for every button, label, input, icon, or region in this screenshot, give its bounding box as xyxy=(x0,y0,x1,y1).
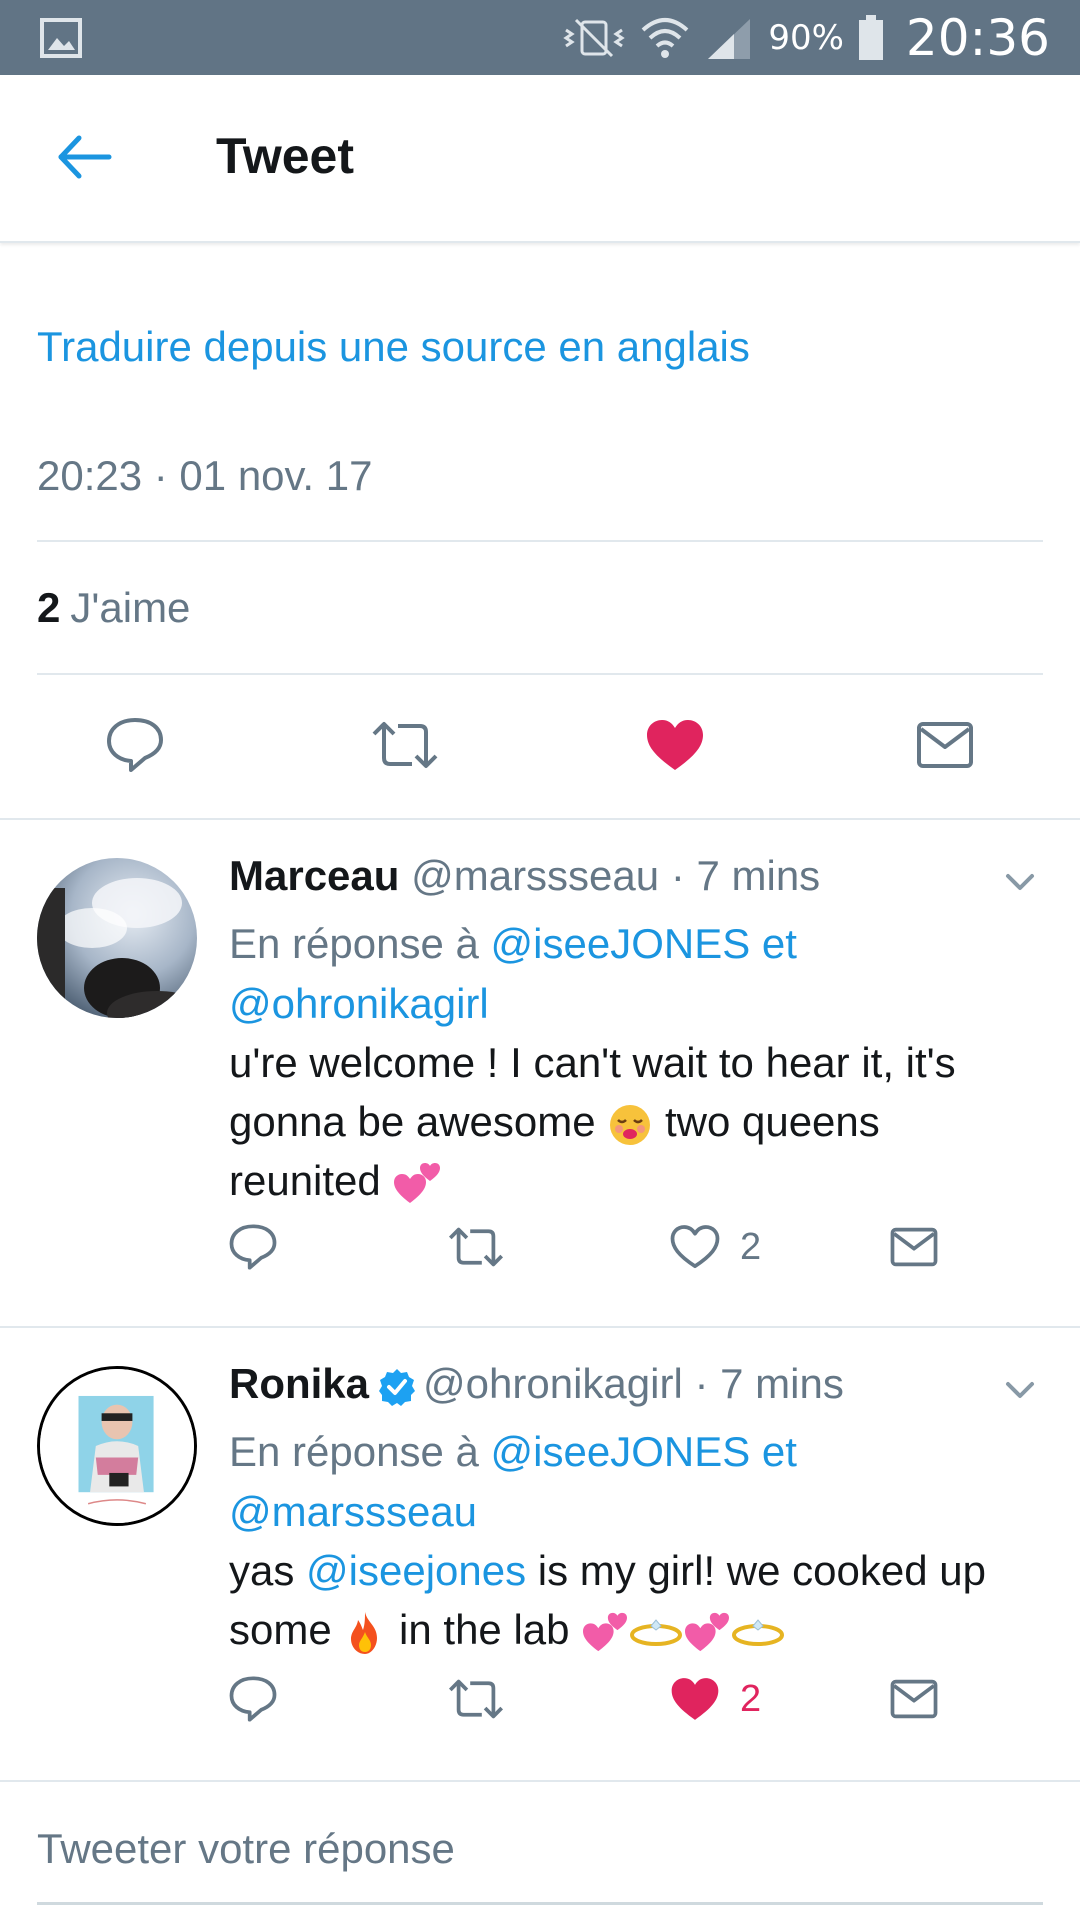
reply-body: yas @iseejones is my girl! we cooked up … xyxy=(229,1541,1049,1659)
username[interactable]: @ohronikagirl xyxy=(423,1360,683,1407)
avatar[interactable] xyxy=(37,858,197,1018)
display-name[interactable]: Ronika xyxy=(229,1360,369,1407)
message-icon xyxy=(890,1227,938,1267)
reply-button[interactable] xyxy=(228,1217,278,1277)
retweet-icon xyxy=(372,722,438,768)
reply-button[interactable] xyxy=(228,1669,278,1729)
reply-time: · 7 mins xyxy=(694,1360,844,1407)
display-name[interactable]: Marceau xyxy=(229,852,399,899)
mention-link[interactable]: @ohronikagirl xyxy=(229,980,489,1027)
reply-actions: 2 xyxy=(0,1217,1080,1277)
two-hearts-emoji-icon xyxy=(685,1612,730,1652)
back-arrow-icon[interactable] xyxy=(55,132,115,182)
message-button[interactable] xyxy=(890,1669,938,1729)
reply-text: some xyxy=(229,1606,332,1653)
page-title: Tweet xyxy=(216,128,354,184)
heart-filled-icon xyxy=(671,1678,719,1720)
reply-prefix: En réponse à xyxy=(229,1428,479,1475)
avatar[interactable] xyxy=(37,1366,197,1526)
tweet-actions xyxy=(0,700,1080,790)
mention-conjunction[interactable]: et xyxy=(762,1428,797,1475)
reply-button[interactable] xyxy=(100,710,170,780)
like-count: 2 xyxy=(740,1677,762,1720)
message-button[interactable] xyxy=(890,1217,938,1277)
signal-icon xyxy=(708,18,751,59)
reply-text: is my girl! we cooked up xyxy=(537,1547,986,1594)
reply-text: in the lab xyxy=(399,1606,570,1653)
message-icon xyxy=(890,1679,938,1719)
ring-emoji-icon xyxy=(630,1619,683,1646)
reply-text: u're welcome ! I can't wait to hear it, … xyxy=(229,1039,956,1086)
retweet-button[interactable] xyxy=(447,1669,505,1729)
mention-link[interactable]: @iseejones xyxy=(306,1547,526,1594)
wifi-icon xyxy=(641,17,689,58)
two-hearts-emoji-icon xyxy=(583,1612,628,1652)
mention-link[interactable]: @marssseau xyxy=(229,1488,477,1535)
battery-percent: 90% xyxy=(768,17,844,58)
heart-outline-icon xyxy=(670,1225,720,1269)
clock: 20:36 xyxy=(905,8,1050,67)
reply-context: En réponse à @iseeJONES et @ohronikagirl xyxy=(229,914,1049,1034)
reply-actions: 2 xyxy=(0,1669,1080,1729)
chevron-down-icon[interactable] xyxy=(1000,1370,1040,1410)
reply-prefix: En réponse à xyxy=(229,920,479,967)
verified-badge-icon xyxy=(379,1368,416,1406)
gallery-icon xyxy=(40,18,82,58)
reply-context: En réponse à @iseeJONES et @marssseau xyxy=(229,1422,1049,1542)
ring-emoji-icon xyxy=(732,1619,785,1646)
reply-text: gonna be awesome xyxy=(229,1098,596,1145)
like-button[interactable] xyxy=(640,710,710,780)
two-hearts-emoji-icon xyxy=(394,1162,441,1203)
battery-icon xyxy=(858,14,883,60)
reply-text: two queens xyxy=(664,1098,880,1145)
divider xyxy=(37,540,1043,542)
reply-time: · 7 mins xyxy=(670,852,821,899)
avatar-image xyxy=(40,1369,194,1523)
reply-tweet[interactable]: Marceau @marssseau · 7 mins En réponse à… xyxy=(0,820,1080,1326)
divider xyxy=(0,1780,1080,1782)
reply-tweet[interactable]: Ronika @ohronikagirl · 7 mins En réponse… xyxy=(0,1328,1080,1780)
likes-label: J'aime xyxy=(70,584,191,631)
chevron-down-icon[interactable] xyxy=(1000,862,1040,902)
message-button[interactable] xyxy=(910,710,980,780)
message-icon xyxy=(917,722,973,768)
reply-text: reunited xyxy=(229,1157,381,1204)
vibrate-mute-icon xyxy=(563,18,626,57)
retweet-icon xyxy=(448,1227,504,1267)
retweet-icon xyxy=(448,1679,504,1719)
translate-link[interactable]: Traduire depuis une source en anglais xyxy=(37,323,750,371)
like-count: 2 xyxy=(740,1225,762,1268)
app-header: Tweet xyxy=(0,75,1080,243)
reply-text: yas xyxy=(229,1547,295,1594)
like-button[interactable]: 2 xyxy=(670,1217,761,1277)
retweet-button[interactable] xyxy=(370,710,440,780)
tweet-timestamp: 20:23 · 01 nov. 17 xyxy=(37,452,373,499)
retweet-button[interactable] xyxy=(447,1217,505,1277)
reply-icon xyxy=(229,1224,277,1270)
status-icons: 90% 20:36 xyxy=(562,0,1050,75)
compose-underline xyxy=(37,1902,1043,1905)
username[interactable]: @marssseau xyxy=(411,852,659,899)
reply-icon xyxy=(229,1676,277,1722)
reply-body: u're welcome ! I can't wait to hear it, … xyxy=(229,1033,1049,1210)
avatar-image xyxy=(37,858,197,1018)
kissing-face-emoji-icon xyxy=(610,1104,651,1145)
like-button[interactable]: 2 xyxy=(670,1669,761,1729)
fire-emoji-icon xyxy=(351,1611,378,1654)
mention-conjunction[interactable]: et xyxy=(762,920,797,967)
reply-header: Ronika @ohronikagirl · 7 mins xyxy=(229,1360,844,1408)
reply-icon xyxy=(107,718,163,772)
mention-link[interactable]: @iseeJONES xyxy=(491,1428,751,1475)
status-bar: 90% 20:36 xyxy=(0,0,1080,75)
heart-filled-icon xyxy=(647,720,703,770)
reply-header: Marceau @marssseau · 7 mins xyxy=(229,852,820,900)
likes-summary[interactable]: 2 J'aime xyxy=(37,584,190,632)
reply-compose-input[interactable]: Tweeter votre réponse xyxy=(37,1825,455,1873)
divider xyxy=(37,673,1043,675)
mention-link[interactable]: @iseeJONES xyxy=(491,920,751,967)
likes-count: 2 xyxy=(37,584,61,631)
